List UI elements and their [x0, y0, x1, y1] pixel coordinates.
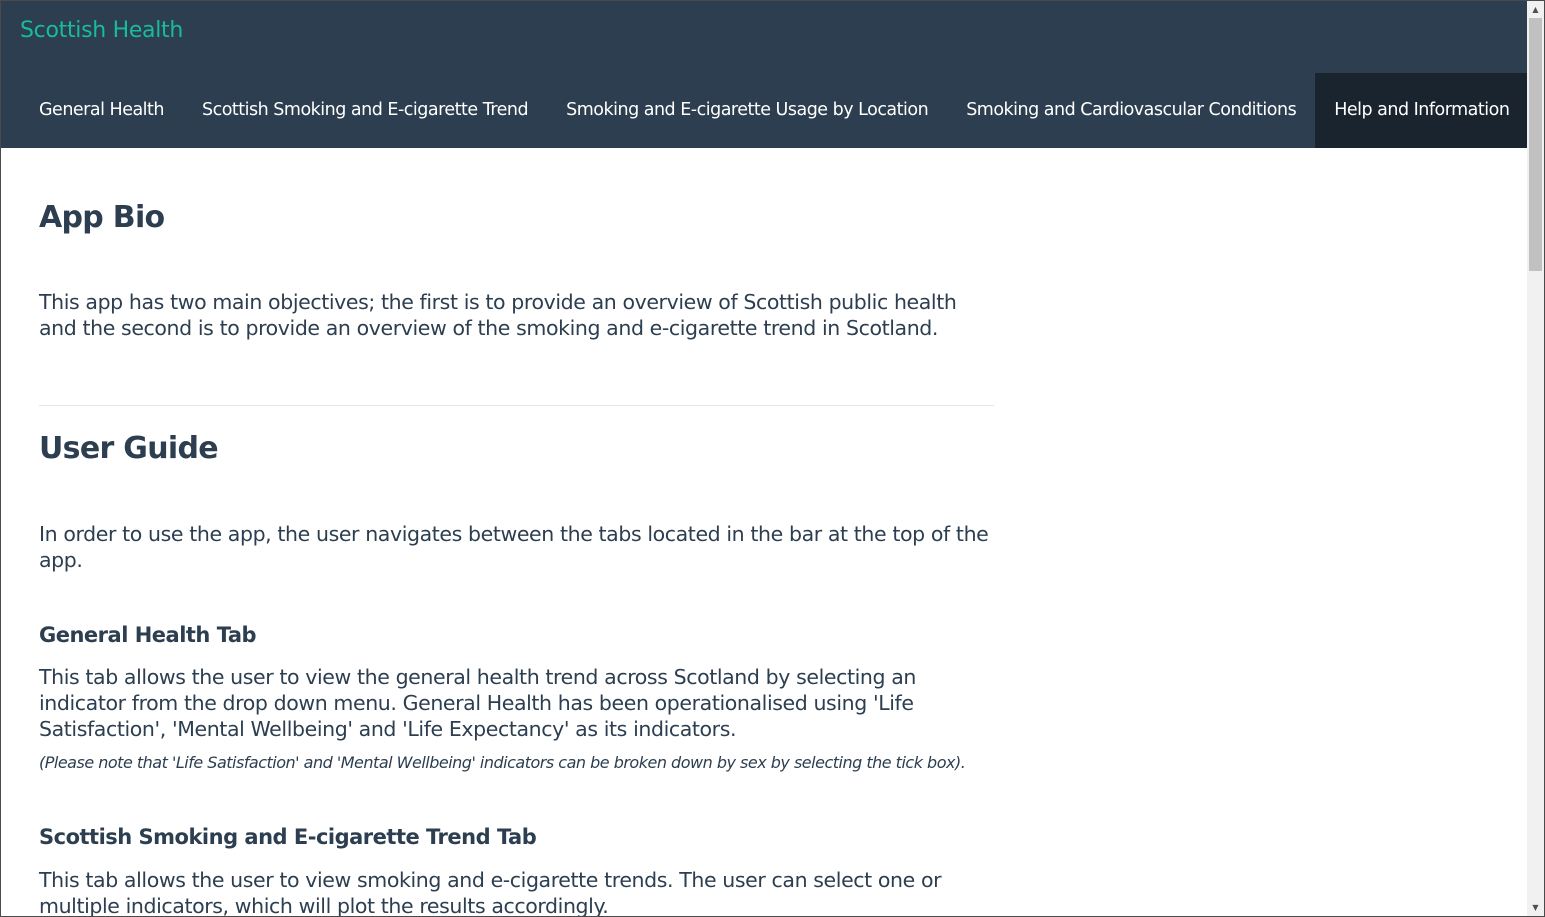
app-window: Scottish Health General Health Scottish …	[0, 0, 1545, 917]
smoking-trend-tab-text: This tab allows the user to view smoking…	[39, 868, 942, 917]
scroll-thumb[interactable]	[1529, 18, 1542, 271]
general-health-tab-note: (Please note that 'Life Satisfaction' an…	[39, 753, 966, 772]
scroll-up-arrow-icon[interactable]: ▲	[1527, 1, 1544, 18]
navbar: Scottish Health General Health Scottish …	[1, 1, 1529, 148]
tab-smoking-trend[interactable]: Scottish Smoking and E-cigarette Trend	[183, 73, 547, 148]
user-guide-heading: User Guide	[39, 431, 219, 466]
user-guide-intro: In order to use the app, the user naviga…	[39, 522, 989, 572]
app-bio-heading: App Bio	[39, 200, 165, 235]
brand-title[interactable]: Scottish Health	[20, 18, 183, 43]
tab-general-health[interactable]: General Health	[20, 73, 183, 148]
vertical-scrollbar[interactable]: ▲ ▼	[1527, 1, 1544, 916]
section-divider	[39, 405, 994, 406]
scroll-down-arrow-icon[interactable]: ▼	[1527, 899, 1544, 916]
smoking-trend-tab-heading: Scottish Smoking and E-cigarette Trend T…	[39, 825, 537, 849]
tab-help-and-information[interactable]: Help and Information	[1315, 73, 1529, 148]
nav-tabs: General Health Scottish Smoking and E-ci…	[20, 73, 1529, 148]
tab-cardiovascular[interactable]: Smoking and Cardiovascular Conditions	[947, 73, 1315, 148]
tab-usage-by-location[interactable]: Smoking and E-cigarette Usage by Locatio…	[547, 73, 947, 148]
app-bio-text: This app has two main objectives; the fi…	[39, 290, 957, 340]
general-health-tab-text: This tab allows the user to view the gen…	[39, 665, 916, 741]
general-health-tab-heading: General Health Tab	[39, 623, 257, 647]
